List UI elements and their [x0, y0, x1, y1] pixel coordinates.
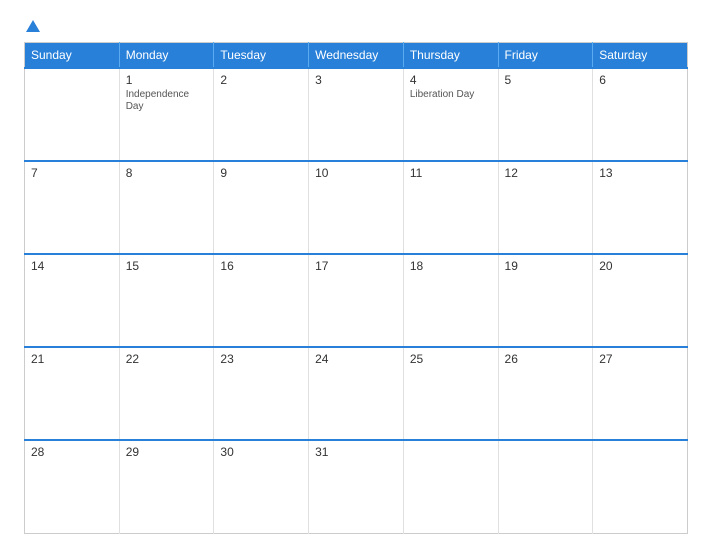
day-number: 14 [31, 259, 113, 273]
day-of-week-header: Sunday [25, 43, 120, 69]
day-number: 25 [410, 352, 492, 366]
day-number: 3 [315, 73, 397, 87]
day-number: 18 [410, 259, 492, 273]
calendar-day-cell: 25 [403, 347, 498, 440]
day-number: 10 [315, 166, 397, 180]
day-of-week-header: Wednesday [309, 43, 404, 69]
day-number: 5 [505, 73, 587, 87]
day-number: 22 [126, 352, 208, 366]
calendar-day-cell: 27 [593, 347, 688, 440]
calendar-day-cell: 23 [214, 347, 309, 440]
calendar-day-cell: 12 [498, 161, 593, 254]
day-of-week-header: Tuesday [214, 43, 309, 69]
calendar-day-cell: 9 [214, 161, 309, 254]
day-number: 8 [126, 166, 208, 180]
calendar-day-cell: 20 [593, 254, 688, 347]
calendar-day-cell [593, 440, 688, 533]
day-number: 21 [31, 352, 113, 366]
holiday-label: Liberation Day [410, 89, 492, 101]
day-number: 12 [505, 166, 587, 180]
calendar-week-row: 1 Independence Day 234 Liberation Day 56 [25, 68, 688, 161]
calendar-day-cell: 24 [309, 347, 404, 440]
day-number: 6 [599, 73, 681, 87]
calendar-day-cell: 13 [593, 161, 688, 254]
logo [24, 20, 40, 32]
logo-triangle-icon [26, 20, 40, 32]
day-number: 9 [220, 166, 302, 180]
calendar-day-cell: 3 [309, 68, 404, 161]
holiday-label: Independence Day [126, 89, 208, 113]
calendar-day-cell: 7 [25, 161, 120, 254]
calendar-day-cell [25, 68, 120, 161]
calendar-day-cell: 11 [403, 161, 498, 254]
calendar-day-cell: 26 [498, 347, 593, 440]
calendar-day-cell: 14 [25, 254, 120, 347]
day-of-week-header: Friday [498, 43, 593, 69]
calendar-table: SundayMondayTuesdayWednesdayThursdayFrid… [24, 42, 688, 534]
day-number: 27 [599, 352, 681, 366]
day-number: 16 [220, 259, 302, 273]
day-number: 7 [31, 166, 113, 180]
day-number: 19 [505, 259, 587, 273]
day-number: 1 [126, 73, 208, 87]
calendar-week-row: 14 15 16 17 18 19 20 [25, 254, 688, 347]
header [24, 20, 688, 32]
calendar-day-cell: 16 [214, 254, 309, 347]
day-number: 31 [315, 445, 397, 459]
calendar-day-cell: 22 [119, 347, 214, 440]
day-number: 26 [505, 352, 587, 366]
day-number: 28 [31, 445, 113, 459]
day-number: 11 [410, 166, 492, 180]
day-number: 23 [220, 352, 302, 366]
days-of-week-row: SundayMondayTuesdayWednesdayThursdayFrid… [25, 43, 688, 69]
calendar-day-cell: 29 [119, 440, 214, 533]
calendar-day-cell: 31 [309, 440, 404, 533]
calendar-header: SundayMondayTuesdayWednesdayThursdayFrid… [25, 43, 688, 69]
calendar-week-row: 21 22 23 24 25 26 27 [25, 347, 688, 440]
calendar-day-cell: 21 [25, 347, 120, 440]
calendar-week-row: 28 29 30 31 [25, 440, 688, 533]
calendar-day-cell: 15 [119, 254, 214, 347]
day-of-week-header: Thursday [403, 43, 498, 69]
calendar-day-cell: 5 [498, 68, 593, 161]
calendar-day-cell: 17 [309, 254, 404, 347]
calendar-day-cell: 6 [593, 68, 688, 161]
day-of-week-header: Monday [119, 43, 214, 69]
day-number: 15 [126, 259, 208, 273]
day-number: 29 [126, 445, 208, 459]
calendar-day-cell: 8 [119, 161, 214, 254]
calendar-day-cell: 2 [214, 68, 309, 161]
day-number: 20 [599, 259, 681, 273]
calendar-day-cell: 1 Independence Day [119, 68, 214, 161]
day-number: 17 [315, 259, 397, 273]
day-number: 24 [315, 352, 397, 366]
calendar-day-cell: 28 [25, 440, 120, 533]
calendar-day-cell: 4 Liberation Day [403, 68, 498, 161]
day-number: 13 [599, 166, 681, 180]
calendar-day-cell: 30 [214, 440, 309, 533]
calendar-week-row: 789 10 11 12 13 [25, 161, 688, 254]
calendar-day-cell: 10 [309, 161, 404, 254]
calendar-day-cell: 19 [498, 254, 593, 347]
calendar-day-cell [403, 440, 498, 533]
calendar-day-cell: 18 [403, 254, 498, 347]
day-number: 30 [220, 445, 302, 459]
day-of-week-header: Saturday [593, 43, 688, 69]
day-number: 4 [410, 73, 492, 87]
calendar-day-cell [498, 440, 593, 533]
calendar-body: 1Independence Day234Liberation Day567891… [25, 68, 688, 534]
page: SundayMondayTuesdayWednesdayThursdayFrid… [0, 0, 712, 550]
day-number: 2 [220, 73, 302, 87]
